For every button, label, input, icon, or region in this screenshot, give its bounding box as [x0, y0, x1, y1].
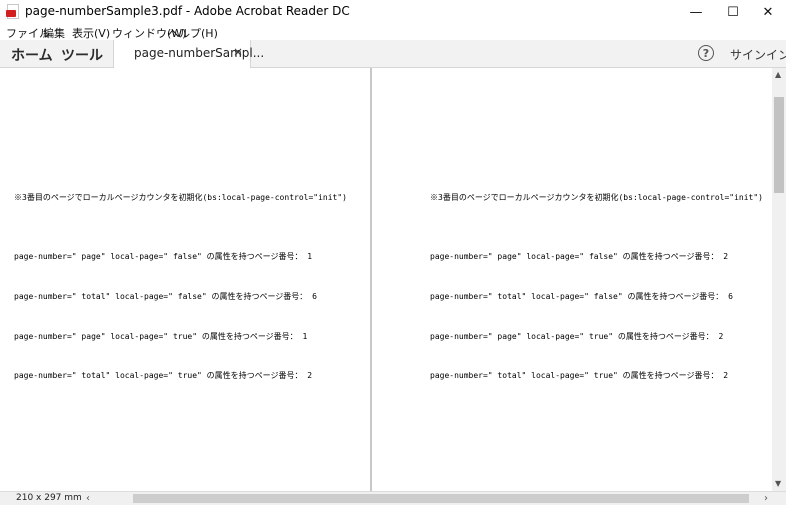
page-heading: ※3番目のページでローカルページカウンタを初期化(bs:local-page-c…	[14, 193, 347, 202]
page-heading: ※3番目のページでローカルページカウンタを初期化(bs:local-page-c…	[430, 193, 763, 202]
status-bar: 210 x 297 mm ‹ ›	[0, 491, 786, 505]
minimize-button[interactable]: —	[678, 0, 714, 24]
chevron-left-icon[interactable]: ‹	[86, 493, 90, 504]
maximize-button[interactable]: ☐	[715, 0, 751, 24]
document-tab-label: page-numberSampl...	[134, 46, 265, 60]
triangle-up-icon[interactable]: ▲	[775, 70, 781, 79]
page-line: page-number=" page" local-page=" true" の…	[14, 332, 308, 341]
title-bar: page-numberSample3.pdf - Adobe Acrobat R…	[0, 0, 786, 24]
acrobat-pdf-icon	[6, 4, 19, 19]
pdf-page-right: ※3番目のページでローカルページカウンタを初期化(bs:local-page-c…	[372, 68, 772, 491]
pdf-page-left: ※3番目のページでローカルページカウンタを初期化(bs:local-page-c…	[0, 68, 370, 491]
tab-bar: ホーム ツール page-numberSampl... × ? サインイン	[0, 40, 786, 68]
vertical-scrollbar[interactable]: ▲ ▼	[772, 68, 786, 491]
close-icon: ✕	[762, 4, 774, 20]
close-window-button[interactable]: ✕	[750, 0, 786, 24]
help-glyph: ?	[702, 46, 710, 60]
page-size-label: 210 x 297 mm	[16, 493, 82, 503]
menu-edit[interactable]: 編集	[43, 25, 65, 41]
page-line: page-number=" total" local-page=" true" …	[430, 371, 729, 380]
page-line: page-number=" page" local-page=" true" の…	[430, 332, 724, 341]
page-line: page-number=" total" local-page=" false"…	[14, 292, 317, 301]
horizontal-scroll-thumb[interactable]	[133, 494, 749, 503]
vertical-scroll-thumb[interactable]	[774, 97, 784, 193]
tab-home[interactable]: ホーム	[11, 45, 53, 65]
triangle-down-icon[interactable]: ▼	[775, 479, 781, 488]
chevron-right-icon[interactable]: ›	[764, 493, 768, 504]
window-title: page-numberSample3.pdf - Adobe Acrobat R…	[25, 4, 350, 18]
page-line: page-number=" page" local-page=" false" …	[430, 252, 729, 261]
document-viewer[interactable]: ※3番目のページでローカルページカウンタを初期化(bs:local-page-c…	[0, 68, 786, 491]
tab-tools[interactable]: ツール	[61, 45, 103, 65]
page-line: page-number=" page" local-page=" false" …	[14, 252, 313, 261]
maximize-icon: ☐	[727, 4, 739, 20]
minimize-icon: —	[689, 4, 703, 20]
page-line: page-number=" total" local-page=" false"…	[430, 292, 733, 301]
sign-in-button[interactable]: サインイン	[730, 46, 786, 63]
menu-help[interactable]: ヘルプ(H)	[168, 25, 218, 41]
page-line: page-number=" total" local-page=" true" …	[14, 371, 313, 380]
tab-document[interactable]: page-numberSampl... ×	[113, 40, 264, 68]
help-circle-icon[interactable]: ?	[698, 45, 714, 61]
menu-bar: ファイル 編集 表示(V) ウィンドウ(W) ヘルプ(H)	[0, 24, 786, 40]
menu-view[interactable]: 表示(V)	[72, 25, 110, 41]
close-tab-icon[interactable]: ×	[233, 45, 243, 59]
